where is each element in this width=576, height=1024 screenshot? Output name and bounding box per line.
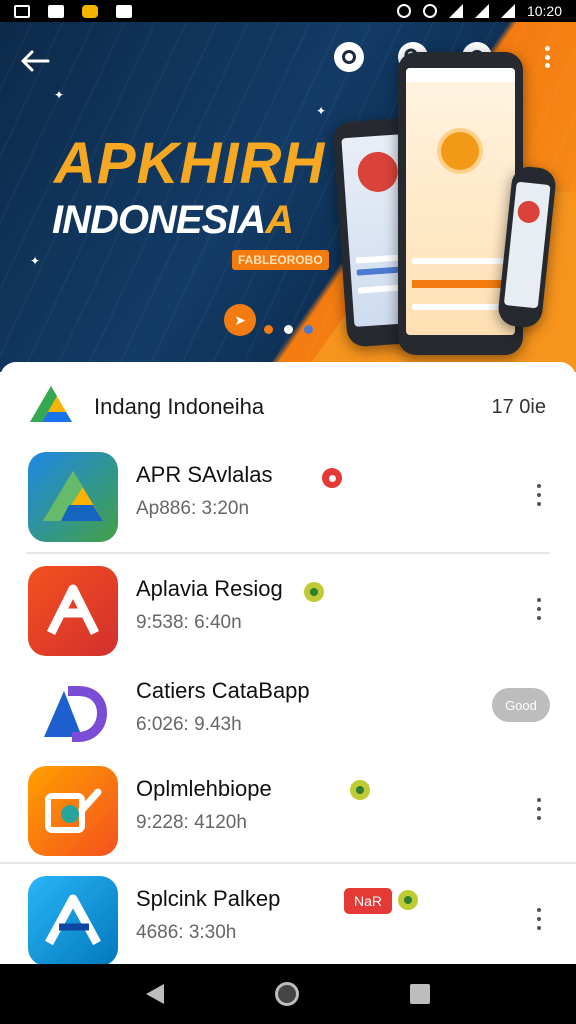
arrow-left-icon (21, 50, 50, 72)
settings-icon (396, 4, 411, 18)
app-icon (28, 452, 118, 542)
profile-button[interactable] (334, 42, 378, 72)
signal-icon (474, 4, 489, 18)
carousel-dot[interactable] (264, 325, 273, 334)
status-bar: 10:20 (0, 0, 576, 22)
download-icon (116, 4, 132, 18)
more-options-button[interactable] (536, 484, 542, 506)
carousel-dot[interactable] (304, 325, 313, 334)
list-item[interactable]: Catiers CataBapp 6:026: 9.43h Good (0, 660, 576, 764)
status-time: 10:20 (526, 3, 562, 19)
wifi-icon (448, 4, 463, 18)
profile-icon (342, 50, 356, 64)
app-meta: 9:538: 6:40n (136, 612, 242, 633)
nav-recents-icon[interactable] (410, 984, 431, 1004)
app-notification-icon (82, 4, 98, 18)
status-pill[interactable]: Good (492, 688, 550, 722)
carousel-dot-active[interactable] (284, 325, 293, 334)
app-name: APR SAvlalas (136, 462, 273, 487)
alarm-icon (422, 4, 437, 18)
more-options-button[interactable] (536, 598, 542, 620)
list-count[interactable]: 17 0ie (492, 396, 547, 419)
divider (0, 862, 576, 864)
carousel-dots[interactable] (264, 325, 313, 334)
more-options-button[interactable] (536, 908, 542, 930)
app-icon (28, 668, 118, 758)
store-logo-icon (30, 386, 72, 422)
more-options-button[interactable] (544, 46, 550, 68)
app-name: Splcink Palkep (136, 886, 281, 911)
app-name: Aplavia Resiog (136, 576, 283, 601)
sparkle-icon: ✦ (54, 88, 65, 102)
signal-icon-2 (500, 4, 515, 18)
globe-badge-icon (398, 890, 418, 910)
hero-banner[interactable]: ✦ ✦ ✦ APKHIRH INDONESIAA FABLEOROBO ➤ (0, 22, 576, 372)
app-meta: Ap886: 3:20n (136, 498, 250, 519)
divider (26, 552, 550, 554)
app-meta: 9:228: 4120h (136, 812, 247, 833)
app-icon (28, 566, 118, 656)
notification-icon (48, 4, 64, 18)
nav-back-icon[interactable] (145, 984, 164, 1004)
app-icon (28, 876, 118, 966)
list-header: Indang Indoneiha 17 0ie (0, 362, 576, 448)
play-icon: ➤ (234, 311, 246, 328)
app-list-sheet: Indang Indoneiha 17 0ie APR SAvlalas Ap8… (0, 362, 576, 966)
app-meta: 6:026: 9.43h (136, 714, 242, 735)
list-item[interactable]: Splcink Palkep 4686: 3:30h NaR (0, 868, 576, 972)
globe-badge-icon (304, 582, 324, 602)
list-item[interactable]: APR SAvlalas Ap886: 3:20n (0, 444, 576, 548)
system-nav-bar (0, 964, 576, 1024)
list-title: Indang Indoneiha (94, 394, 265, 419)
globe-badge-icon (350, 780, 370, 800)
back-button[interactable] (18, 44, 52, 78)
verified-badge-icon (322, 468, 342, 488)
banner-title: APKHIRH (54, 131, 326, 196)
tag-badge: NaR (344, 888, 392, 914)
app-meta: 4686: 3:30h (136, 922, 237, 943)
banner-subtitle: INDONESIAA (52, 198, 294, 242)
app-name: Catiers CataBapp (136, 678, 310, 703)
play-button[interactable]: ➤ (224, 304, 256, 336)
more-options-button[interactable] (536, 798, 542, 820)
gallery-icon (14, 4, 30, 18)
nav-home-icon[interactable] (274, 982, 299, 1006)
sparkle-icon: ✦ (30, 254, 41, 268)
app-name: Oplmlehbiope (136, 776, 272, 801)
list-item[interactable]: Aplavia Resiog 9:538: 6:40n (0, 558, 576, 662)
banner-tagline: FABLEOROBO (232, 250, 329, 270)
list-item[interactable]: Oplmlehbiope 9:228: 4120h (0, 758, 576, 862)
app-icon (28, 766, 118, 856)
sparkle-icon: ✦ (316, 104, 327, 118)
